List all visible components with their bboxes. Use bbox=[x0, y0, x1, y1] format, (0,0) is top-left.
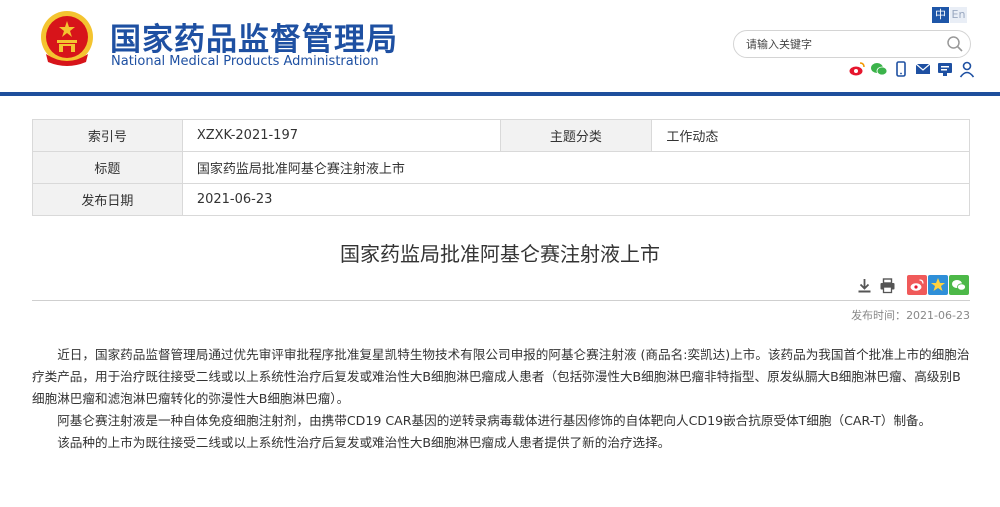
article-title: 国家药监局批准阿基仑赛注射液上市 bbox=[340, 242, 660, 266]
article-paragraph: 阿基仑赛注射液是一种自体免疫细胞注射剂，由携带CD19 CAR基因的逆转录病毒载… bbox=[57, 413, 932, 428]
search-box bbox=[733, 30, 971, 58]
index-value: XZXK-2021-197 bbox=[181, 119, 501, 152]
article-paragraph: 近日，国家药品监督管理局通过优先审评审批程序批准复星凯特生物技术有限公司申报的阿… bbox=[32, 347, 970, 406]
wechat-share-icon[interactable] bbox=[949, 275, 969, 295]
meta-row-date: 发布日期 2021-06-23 bbox=[32, 183, 971, 216]
search-icon[interactable] bbox=[946, 35, 964, 53]
weibo-icon[interactable] bbox=[848, 60, 866, 78]
meta-row-title: 标题 国家药监局批准阿基仑赛注射液上市 bbox=[32, 151, 971, 184]
article-paragraph: 该品种的上市为既往接受二线或以上系统性治疗后复发或难治性大B细胞淋巴瘤成人患者提… bbox=[57, 435, 671, 450]
publish-time-value: 2021-06-23 bbox=[906, 309, 970, 322]
share-tools bbox=[907, 275, 969, 295]
article-meta-table: 索引号 XZXK-2021-197 主题分类 工作动态 标题 国家药监局批准阿基… bbox=[32, 119, 971, 216]
title-label: 标题 bbox=[32, 151, 183, 184]
category-label: 主题分类 bbox=[499, 119, 653, 152]
lang-english-button[interactable]: En bbox=[950, 7, 967, 23]
mail-icon[interactable] bbox=[914, 60, 932, 78]
category-value: 工作动态 bbox=[651, 119, 970, 152]
publish-time-label: 发布时间： bbox=[851, 309, 907, 322]
mobile-icon[interactable] bbox=[892, 60, 910, 78]
lang-chinese-button[interactable]: 中 bbox=[932, 7, 949, 23]
title-value: 国家药监局批准阿基仑赛注射液上市 bbox=[181, 151, 971, 184]
search-input[interactable] bbox=[746, 35, 936, 53]
weibo-share-icon[interactable] bbox=[907, 275, 927, 295]
index-label: 索引号 bbox=[32, 119, 183, 152]
print-icon[interactable] bbox=[879, 277, 896, 294]
wechat-icon[interactable] bbox=[870, 60, 888, 78]
publish-time: 发布时间：2021-06-23 bbox=[851, 307, 970, 323]
article-tools bbox=[856, 277, 896, 294]
app-icon[interactable] bbox=[936, 60, 954, 78]
social-links bbox=[848, 60, 976, 78]
download-icon[interactable] bbox=[856, 277, 873, 294]
title-divider bbox=[32, 300, 970, 301]
national-emblem-icon bbox=[41, 11, 93, 66]
date-label: 发布日期 bbox=[32, 183, 183, 216]
article-body: 近日，国家药品监督管理局通过优先审评审批程序批准复星凯特生物技术有限公司申报的阿… bbox=[32, 344, 970, 454]
site-name-en[interactable]: National Medical Products Administration bbox=[111, 54, 379, 69]
date-value: 2021-06-23 bbox=[181, 183, 971, 216]
meta-row-index: 索引号 XZXK-2021-197 主题分类 工作动态 bbox=[32, 119, 970, 152]
user-icon[interactable] bbox=[958, 60, 976, 78]
header-divider-bar bbox=[0, 92, 1000, 96]
site-name-cn[interactable]: 国家药品监督管理局 bbox=[110, 14, 398, 59]
site-header: 国家药品监督管理局 National Medical Products Admi… bbox=[0, 0, 1000, 92]
favorite-icon[interactable] bbox=[928, 275, 948, 295]
